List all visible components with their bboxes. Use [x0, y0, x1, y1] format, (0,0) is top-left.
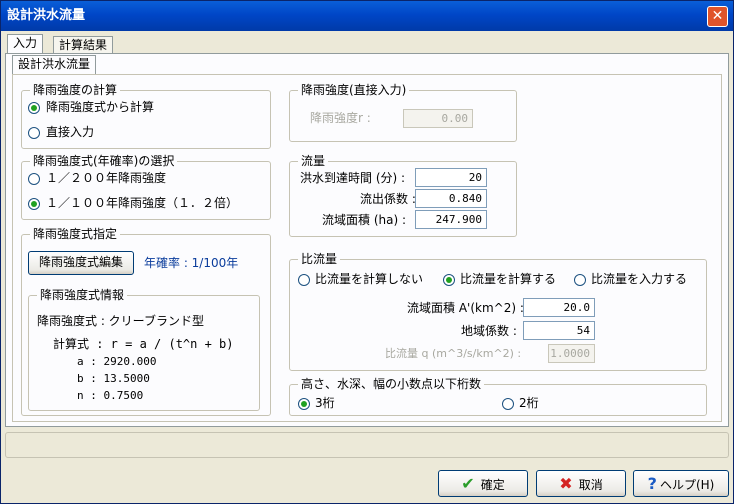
- probability-text: 年確率 : 1/100年: [144, 256, 239, 270]
- flow-group: 流量 洪水到達時間 (分) : 20 流出係数 : 0.840 流域面積 (ha…: [289, 154, 517, 237]
- formula-info-group: 降雨強度式情報 降雨強度式 : クリーブランド型 計算式 : r = a / (…: [28, 288, 260, 411]
- runoff-coef-label: 流出係数 :: [360, 192, 416, 206]
- formula-select-group: 降雨強度式(年確率)の選択 １／２００年降雨強度 １／１００年降雨強度（１．２倍…: [21, 154, 271, 220]
- radio-100yr[interactable]: [28, 198, 40, 210]
- formula-info-title: 降雨強度式情報: [37, 288, 128, 302]
- decimals-title: 高さ、水深、幅の小数点以下桁数: [298, 377, 485, 391]
- tab-design-flood[interactable]: 設計洪水流量: [12, 55, 97, 75]
- rain-intensity-input[interactable]: 0.00: [403, 109, 473, 128]
- radio-input-specific-label[interactable]: 比流量を入力する: [591, 271, 687, 287]
- regional-coef-value: 54: [576, 324, 590, 337]
- tab-results-label: 計算結果: [59, 38, 108, 52]
- check-icon: ✔: [461, 474, 475, 493]
- decimals-group: 高さ、水深、幅の小数点以下桁数 3桁 2桁: [289, 377, 707, 416]
- radio-200yr[interactable]: [28, 173, 40, 185]
- radio-calc-specific-label[interactable]: 比流量を計算する: [460, 271, 556, 287]
- radio-no-specific-label[interactable]: 比流量を計算しない: [315, 271, 423, 287]
- radio-direct-label[interactable]: 直接入力: [46, 124, 94, 140]
- specific-q-value: 1.0000: [550, 347, 590, 360]
- regional-coef-label: 地域係数 :: [461, 324, 517, 338]
- status-strip: [5, 432, 729, 458]
- tab-input-label: 入力: [13, 36, 38, 50]
- specific-area-value: 20.0: [563, 301, 591, 314]
- close-icon: ✕: [711, 8, 724, 24]
- radio-formula-label[interactable]: 降雨強度式から計算: [46, 99, 154, 115]
- title-bar[interactable]: 設計洪水流量 ✕: [1, 1, 733, 31]
- cross-icon: ✖: [559, 474, 573, 493]
- dialog-window: 設計洪水流量 ✕ 入力 計算結果 設計洪水流量 降雨強度の計算 降雨強度式から計…: [0, 0, 734, 504]
- formula-name: 降雨強度式 : クリーブランド型: [37, 314, 204, 328]
- radio-calc-specific[interactable]: [443, 274, 455, 286]
- rain-calc-group: 降雨強度の計算 降雨強度式から計算 直接入力: [21, 83, 271, 149]
- radio-3-digits-label[interactable]: 3桁: [315, 395, 335, 411]
- runoff-coef-value: 0.840: [448, 192, 482, 205]
- arrival-time-input[interactable]: 20: [415, 168, 487, 187]
- tab-design-flood-label: 設計洪水流量: [18, 57, 91, 71]
- specific-area-label: 流域面積 A'(km^2) :: [407, 301, 524, 315]
- ok-label: 確定: [480, 478, 505, 492]
- radio-100yr-label[interactable]: １／１００年降雨強度（１．２倍）: [46, 195, 238, 211]
- rain-calc-title: 降雨強度の計算: [30, 83, 121, 97]
- help-button[interactable]: ? ヘルプ(H): [633, 470, 729, 497]
- basin-area-label: 流域面積 (ha) :: [322, 213, 406, 227]
- radio-input-specific[interactable]: [574, 274, 586, 286]
- help-label: ヘルプ(H): [659, 478, 715, 492]
- runoff-coef-input[interactable]: 0.840: [415, 189, 487, 208]
- flow-title: 流量: [298, 154, 329, 168]
- formula-spec-title: 降雨強度式指定: [30, 227, 121, 241]
- radio-formula[interactable]: [28, 102, 40, 114]
- radio-2-digits[interactable]: [502, 398, 514, 410]
- cancel-button[interactable]: ✖ 取消: [536, 470, 626, 497]
- direct-input-title: 降雨強度(直接入力): [298, 83, 410, 97]
- param-n: n : 0.7500: [77, 389, 144, 402]
- radio-200yr-label[interactable]: １／２００年降雨強度: [46, 170, 166, 186]
- edit-formula-button[interactable]: 降雨強度式編集: [28, 251, 134, 275]
- calc-formula: 計算式 : r = a / (t^n + b): [53, 337, 234, 351]
- radio-3-digits[interactable]: [298, 398, 310, 410]
- specific-area-input[interactable]: 20.0: [523, 298, 595, 317]
- rain-intensity-value: 0.00: [441, 112, 469, 125]
- cancel-label: 取消: [578, 478, 603, 492]
- ok-button[interactable]: ✔ 確定: [438, 470, 528, 497]
- specific-q-label: 比流量 q (m^3/s/km^2) :: [385, 347, 522, 360]
- arrival-time-label: 洪水到達時間 (分) :: [300, 171, 406, 185]
- param-a: a : 2920.000: [77, 355, 157, 368]
- close-button[interactable]: ✕: [707, 6, 728, 27]
- window-title: 設計洪水流量: [7, 8, 86, 23]
- edit-formula-label: 降雨強度式編集: [38, 255, 123, 269]
- arrival-time-value: 20: [468, 171, 482, 184]
- radio-2-digits-label[interactable]: 2桁: [519, 395, 539, 411]
- tab-input[interactable]: 入力: [7, 34, 44, 54]
- specific-q-input[interactable]: 1.0000: [548, 344, 595, 363]
- radio-no-specific[interactable]: [298, 274, 310, 286]
- param-b: b : 13.5000: [77, 372, 150, 385]
- sub-panel: 降雨強度の計算 降雨強度式から計算 直接入力 降雨強度式(年確率)の選択 １／２…: [12, 74, 722, 422]
- radio-direct[interactable]: [28, 127, 40, 139]
- formula-spec-group: 降雨強度式指定 降雨強度式編集 年確率 : 1/100年 降雨強度式情報 降雨強…: [21, 227, 271, 416]
- basin-area-value: 247.900: [435, 213, 482, 226]
- formula-select-title: 降雨強度式(年確率)の選択: [30, 154, 178, 168]
- direct-input-label: 降雨強度r :: [310, 111, 371, 125]
- regional-coef-input[interactable]: 54: [523, 321, 595, 340]
- main-panel: 設計洪水流量 降雨強度の計算 降雨強度式から計算 直接入力 降雨強度式(年確率)…: [5, 53, 729, 427]
- specific-flow-title: 比流量: [298, 252, 341, 266]
- specific-flow-group: 比流量 比流量を計算しない 比流量を計算する 比流量を入力する 流域面積 A'(…: [289, 252, 707, 371]
- help-question-icon: ?: [647, 474, 657, 493]
- direct-input-group: 降雨強度(直接入力) 降雨強度r : 0.00: [289, 83, 517, 142]
- basin-area-input[interactable]: 247.900: [415, 210, 487, 229]
